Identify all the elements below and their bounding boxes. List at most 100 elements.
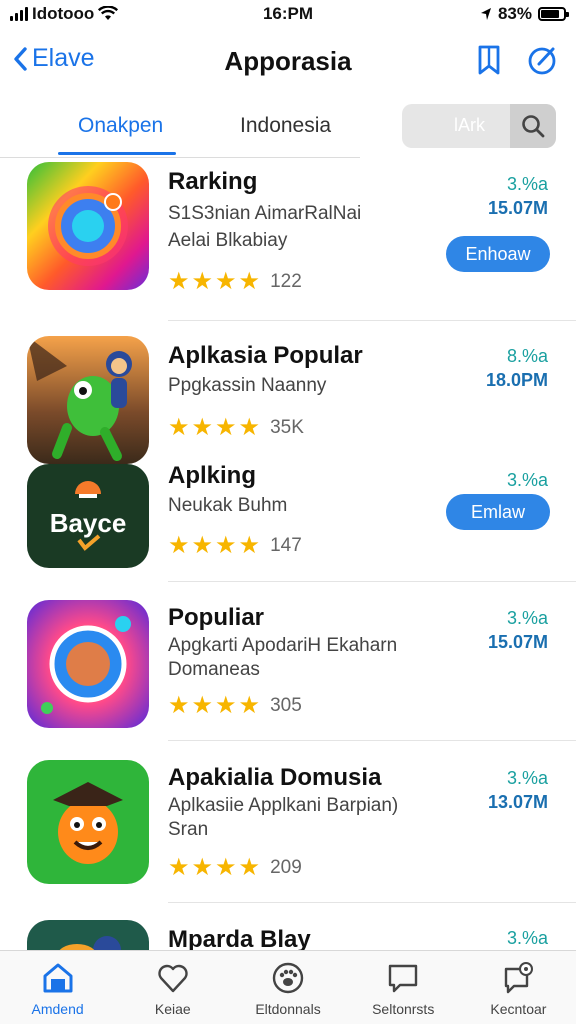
get-button[interactable]: Emlaw (446, 494, 550, 530)
star-icon: ★ (191, 854, 214, 881)
app-subtitle: Neukak Buhm (168, 495, 288, 516)
chevron-left-icon (14, 46, 27, 71)
tab-bar-label: Keiae (154, 1001, 191, 1017)
star-icon: ★ (191, 532, 214, 559)
star-icon: ★ (238, 692, 261, 719)
rating: ★ ★ ★ ★ 147 (168, 534, 302, 558)
nav-bar: Elave Apporasia (0, 30, 576, 92)
rating-percent: 3.%a (506, 608, 548, 628)
app-subtitle-2: Aelai Blkabiay (168, 230, 288, 251)
compose-icon[interactable] (526, 44, 558, 76)
rating-percent: 8.%a (506, 346, 548, 366)
segment-tabs: Onakpen Indonesia lArk (0, 96, 576, 158)
bottom-tab-bar: Amdend Keiae Eltdonnals Seltonrsts Kecnt… (0, 950, 576, 1024)
app-subtitle: Ppgkassin Naanny (168, 375, 327, 396)
rating: ★ ★ ★ ★ 305 (168, 694, 302, 718)
get-button[interactable]: Enhoaw (446, 236, 550, 272)
app-size: 13.07M (487, 792, 548, 812)
star-icon: ★ (168, 854, 190, 881)
app-list: Rarking S1S3nian AimarRalNai Aelai Blkab… (0, 160, 576, 950)
star-icon: ★ (238, 854, 261, 881)
carrier-label: Idotooo (32, 4, 95, 23)
tab-bar-label: Eltdonnals (255, 1001, 321, 1017)
tab-indonesia[interactable]: Indonesia (240, 114, 331, 138)
app-icon (27, 600, 149, 728)
star-icon: ★ (238, 414, 261, 441)
signal-icon (10, 7, 28, 21)
star-icon: ★ (191, 692, 214, 719)
star-icon: ★ (215, 854, 237, 881)
app-icon: Bayce (27, 464, 149, 568)
app-name: Apakialia Domusia (168, 764, 382, 791)
star-icon: ★ (238, 268, 261, 295)
search-field[interactable]: lArk (402, 104, 556, 148)
star-icon: ★ (215, 268, 237, 295)
app-icon (27, 162, 149, 290)
rating-percent: 3.%a (506, 174, 548, 194)
rating-count: 122 (270, 271, 302, 292)
nav-actions (474, 44, 558, 76)
status-bar: Idotooo 16:PM 83% (0, 0, 576, 28)
app-icon (27, 336, 149, 464)
star-icon: ★ (168, 532, 190, 559)
star-icon: ★ (215, 692, 237, 719)
tab-bar-label: Seltonrsts (372, 1001, 435, 1017)
star-icon: ★ (191, 268, 214, 295)
tab-bar-item-notifications[interactable]: Kecntoar (461, 951, 576, 1024)
star-icon: ★ (215, 532, 237, 559)
app-name: Populiar (168, 604, 265, 631)
star-icon: ★ (168, 268, 190, 295)
row-divider (168, 902, 576, 903)
tab-bar-item-pets[interactable]: Eltdonnals (230, 951, 345, 1024)
tab-bar-item-favorites[interactable]: Keiae (115, 951, 230, 1024)
battery-fill (541, 10, 560, 18)
star-icon: ★ (168, 414, 190, 441)
app-icon (27, 920, 149, 950)
tab-bar-item-messages[interactable]: Seltonrsts (346, 951, 461, 1024)
app-size: 15.07M (487, 198, 548, 218)
app-size: 18.0PM (485, 370, 548, 390)
bookmark-icon[interactable] (474, 44, 504, 76)
heart-icon (158, 964, 188, 993)
rating-percent: 3.%a (506, 928, 548, 948)
row-divider (168, 320, 576, 321)
tab-onakpen[interactable]: Onakpen (78, 114, 163, 138)
app-subtitle-2: Domaneas (168, 659, 260, 680)
star-icon: ★ (238, 532, 261, 559)
battery-percent: 83% (497, 4, 532, 23)
app-subtitle: S1S3nian AimarRalNai (168, 203, 362, 224)
rating-count: 209 (270, 857, 302, 878)
battery-icon (538, 7, 569, 21)
rating-count: 305 (270, 695, 302, 716)
app-subtitle-2: Sran (168, 819, 209, 840)
status-right: 83% (480, 4, 569, 24)
rating-count: 147 (270, 535, 302, 556)
tab-divider (0, 157, 360, 158)
tab-bar-item-home[interactable]: Amdend (0, 951, 115, 1024)
chat-icon (389, 964, 418, 993)
app-icon (27, 760, 149, 884)
wifi-icon (98, 6, 119, 20)
app-name: Aplkasia Popular (168, 342, 363, 369)
rating: ★ ★ ★ ★ 209 (168, 856, 302, 880)
location-icon (480, 8, 491, 20)
rating-percent: 3.%a (506, 470, 548, 490)
app-size: 15.07M (487, 632, 548, 652)
app-icon-label: Bayce (50, 508, 127, 538)
app-subtitle: Apgkarti ApodariH Ekaharn (168, 635, 398, 656)
rating-count: 35K (270, 417, 304, 438)
search-button[interactable] (510, 104, 556, 148)
home-icon (43, 963, 73, 993)
app-name: Aplking (168, 462, 256, 489)
row-divider (168, 581, 576, 582)
star-icon: ★ (215, 414, 237, 441)
tab-bar-label: Kecntoar (490, 1001, 547, 1017)
rating: ★ ★ ★ ★ 122 (168, 270, 302, 294)
chat-alert-icon (505, 962, 534, 994)
row-divider (168, 740, 576, 741)
star-icon: ★ (168, 692, 190, 719)
tab-bar-label: Amdend (31, 1001, 84, 1017)
status-time: 16:PM (262, 4, 314, 23)
back-button[interactable]: Elave (12, 44, 95, 73)
app-name: Rarking (168, 168, 258, 195)
